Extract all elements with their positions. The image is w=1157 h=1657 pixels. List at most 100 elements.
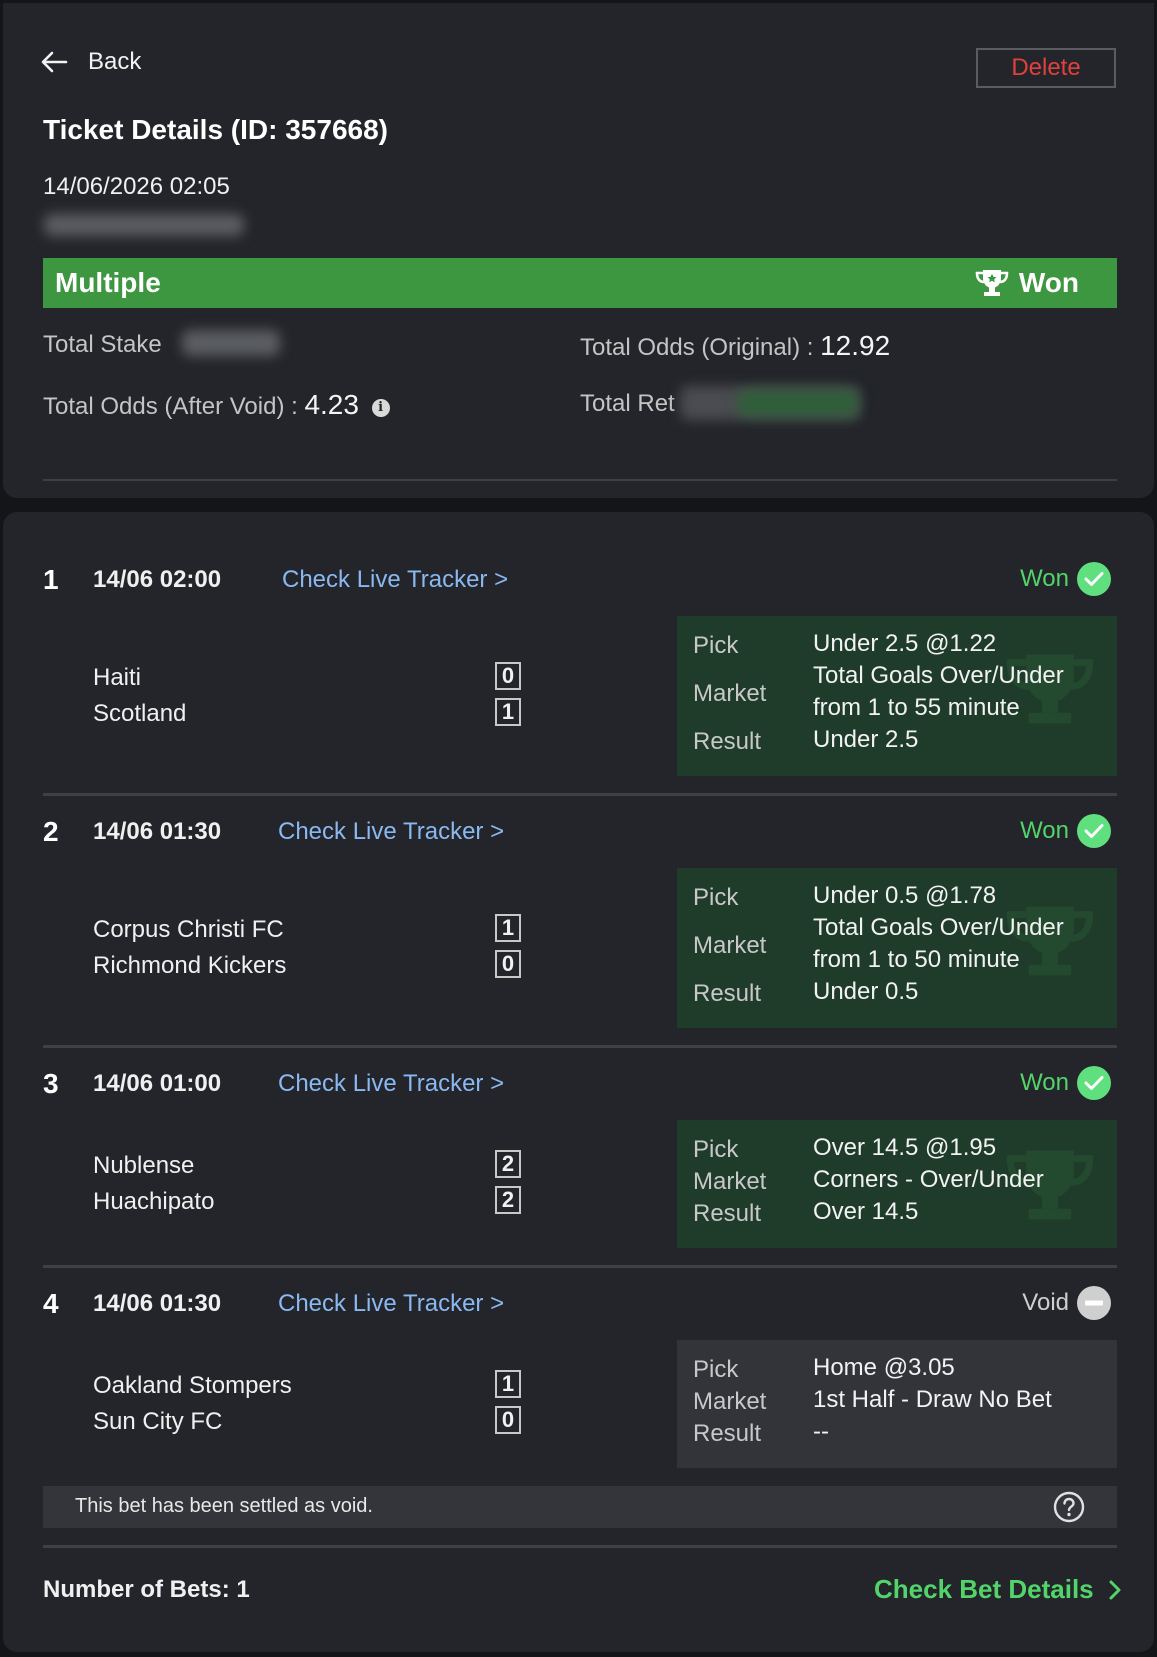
leg-status-label: Void [1022, 1289, 1069, 1316]
market-label: Market [693, 932, 767, 959]
leg-status-label: Won [1020, 1069, 1069, 1096]
away-team: Scotland [93, 700, 187, 727]
home-team: Corpus Christi FC [93, 916, 284, 943]
minus-circle-icon [1077, 1286, 1111, 1320]
pick-value: Over 14.5 @1.95 [813, 1134, 997, 1161]
result-label: Result [693, 728, 762, 755]
back-button[interactable]: Back [40, 48, 141, 76]
back-label: Back [88, 48, 142, 75]
info-icon[interactable]: i [371, 398, 390, 417]
leg-status: Won [1020, 814, 1111, 848]
market-value: Corners - Over/Under [813, 1166, 1044, 1193]
total-stake-label: Total Stake [43, 331, 162, 358]
result-value: Under 0.5 [813, 978, 919, 1005]
chevron-right-icon [1109, 1580, 1121, 1599]
away-score: 0 [495, 950, 521, 978]
check-bet-details-link[interactable]: Check Bet Details [874, 1574, 1122, 1605]
check-live-tracker-link[interactable]: Check Live Tracker > [282, 566, 508, 594]
redacted-stake [182, 330, 280, 356]
total-return-label: Total Ret [580, 390, 675, 417]
total-return: Total Ret [580, 390, 675, 418]
result-label: Result [693, 980, 762, 1007]
result-value: -- [813, 1418, 829, 1445]
selection-leg: 1 14/06 02:00 Check Live Tracker > Won H… [43, 562, 1117, 776]
selection-leg: 4 14/06 01:30 Check Live Tracker > Void … [43, 1286, 1117, 1468]
pick-value: Under 0.5 @1.78 [813, 882, 997, 909]
home-score: 1 [495, 1370, 521, 1398]
trophy-icon [975, 270, 1009, 296]
help-circle-icon[interactable] [1053, 1491, 1085, 1523]
home-score: 1 [495, 914, 521, 942]
pick-label: Pick [693, 632, 739, 659]
leg-kickoff-time: 14/06 01:30 [93, 818, 222, 845]
total-odds-original-value: 12.92 [820, 330, 891, 361]
away-team: Richmond Kickers [93, 952, 287, 979]
check-circle-icon [1077, 1066, 1111, 1100]
total-odds-after-void: Total Odds (After Void) : 4.23 i [43, 389, 390, 421]
leg-divider [43, 793, 1117, 796]
void-notice: This bet has been settled as void. [43, 1486, 1117, 1528]
redacted-return-value [738, 390, 858, 416]
bet-details-box: Pick Market Result Home @3.05 1st Half -… [677, 1340, 1117, 1468]
pick-value: Home @3.05 [813, 1354, 955, 1381]
footer-divider [43, 1545, 1117, 1548]
leg-status-label: Won [1020, 817, 1069, 844]
market-value-line1: Total Goals Over/Under [813, 914, 1064, 941]
away-score: 1 [495, 698, 521, 726]
away-team: Sun City FC [93, 1408, 223, 1435]
market-value-line2: from 1 to 55 minute [813, 694, 1020, 721]
delete-button[interactable]: Delete [976, 48, 1116, 88]
check-live-tracker-link[interactable]: Check Live Tracker > [278, 1290, 504, 1318]
bet-details-box: Pick Market Result Under 2.5 @1.22 Total… [677, 616, 1117, 776]
ticket-status: Won [975, 267, 1079, 299]
result-value: Over 14.5 [813, 1198, 919, 1225]
total-odds-original: Total Odds (Original) : 12.92 [580, 330, 890, 362]
check-live-tracker-link[interactable]: Check Live Tracker > [278, 818, 504, 846]
leg-status: Void [1022, 1286, 1111, 1320]
pick-label: Pick [693, 1356, 739, 1383]
ticket-datetime: 14/06/2026 02:05 [43, 173, 230, 200]
market-label: Market [693, 1388, 767, 1415]
leg-divider [43, 1265, 1117, 1268]
total-odds-after-void-label: Total Odds (After Void) : [43, 393, 298, 420]
home-team: Nublense [93, 1152, 195, 1179]
leg-status-label: Won [1020, 565, 1069, 592]
total-odds-after-void-value: 4.23 [304, 389, 359, 420]
total-odds-original-label: Total Odds (Original) : [580, 334, 814, 361]
home-score: 2 [495, 1150, 521, 1178]
redacted-text [44, 214, 244, 236]
home-score: 0 [495, 662, 521, 690]
number-of-bets: Number of Bets: 1 [43, 1576, 250, 1603]
away-team: Huachipato [93, 1188, 215, 1215]
check-circle-icon [1077, 814, 1111, 848]
pick-value: Under 2.5 @1.22 [813, 630, 997, 657]
leg-number: 1 [43, 564, 59, 595]
pick-label: Pick [693, 1136, 739, 1163]
bet-details-box: Pick Market Result Under 0.5 @1.78 Total… [677, 868, 1117, 1028]
page-title: Ticket Details (ID: 357668) [43, 114, 388, 145]
check-bet-details-label: Check Bet Details [874, 1574, 1094, 1604]
market-value-line2: from 1 to 50 minute [813, 946, 1020, 973]
market-label: Market [693, 1168, 767, 1195]
away-score: 2 [495, 1186, 521, 1214]
leg-kickoff-time: 14/06 01:00 [93, 1070, 222, 1097]
market-label: Market [693, 680, 767, 707]
summary-divider [43, 479, 1117, 481]
market-value: 1st Half - Draw No Bet [813, 1386, 1052, 1413]
bet-details-box: Pick Market Result Over 14.5 @1.95 Corne… [677, 1120, 1117, 1248]
leg-number: 3 [43, 1068, 59, 1099]
leg-divider [43, 1045, 1117, 1048]
check-live-tracker-link[interactable]: Check Live Tracker > [278, 1070, 504, 1098]
check-circle-icon [1077, 562, 1111, 596]
bet-type-banner: Multiple Won [43, 258, 1117, 308]
ticket-status-label: Won [1018, 267, 1079, 298]
market-value-line1: Total Goals Over/Under [813, 662, 1064, 689]
result-label: Result [693, 1200, 762, 1227]
home-team: Oakland Stompers [93, 1372, 292, 1399]
home-team: Haiti [93, 664, 142, 691]
leg-kickoff-time: 14/06 02:00 [93, 566, 222, 593]
selection-leg: 3 14/06 01:00 Check Live Tracker > Won N… [43, 1066, 1117, 1248]
bet-type-label: Multiple [55, 267, 161, 298]
arrow-left-icon [41, 51, 68, 73]
away-score: 0 [495, 1406, 521, 1434]
